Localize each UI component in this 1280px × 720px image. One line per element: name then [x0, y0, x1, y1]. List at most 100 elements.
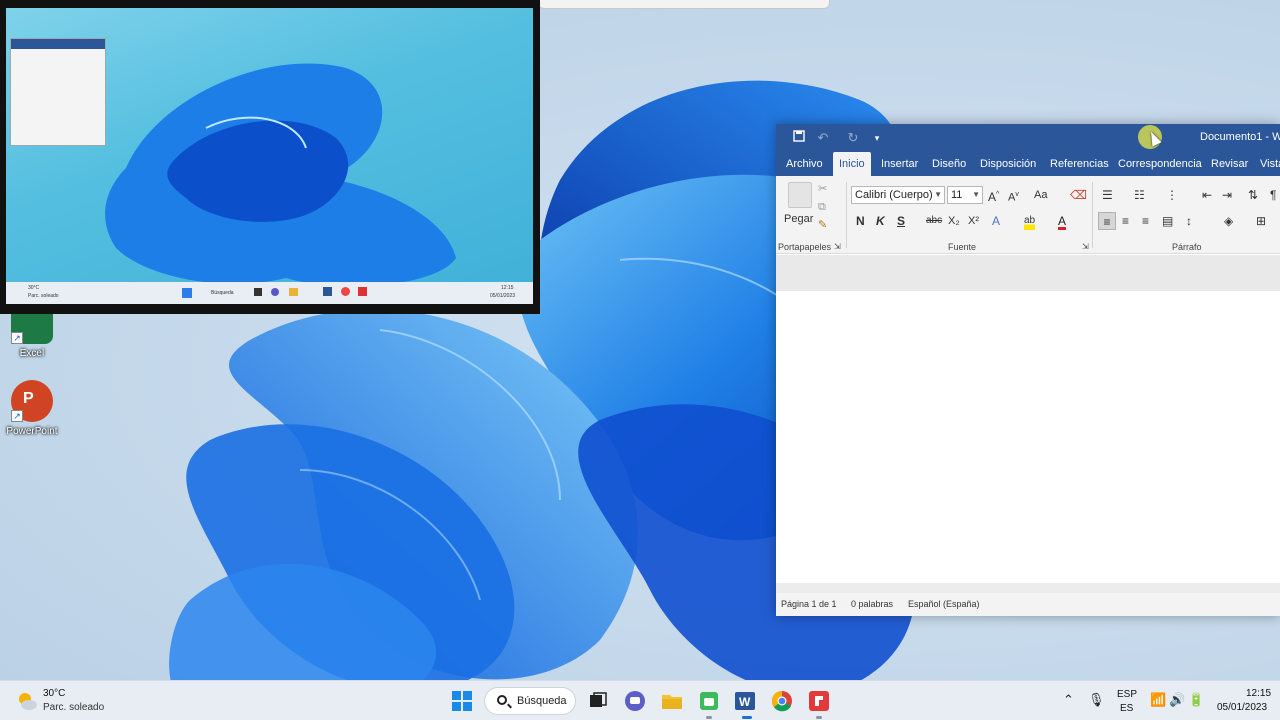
font-size-dropdown[interactable]: 11 ▼ [947, 186, 983, 204]
windows-logo-icon [452, 691, 472, 711]
battery-icon[interactable]: 🔋 [1188, 693, 1204, 707]
chat-button[interactable] [623, 689, 647, 713]
align-center-icon[interactable]: ≡ [1122, 212, 1129, 230]
undo-icon[interactable]: ↶ [814, 129, 832, 147]
document-canvas[interactable] [776, 291, 1280, 583]
mini-taskbar: 30°C Parc. soleado Búsqueda 12:15 05/01/… [6, 282, 533, 304]
mini-weather-temp: 30°C [28, 285, 40, 291]
word-taskbar-button[interactable]: W [733, 689, 757, 713]
teams-chat-icon [625, 691, 645, 711]
tab-vista[interactable]: Vista [1254, 152, 1280, 176]
weather-description[interactable]: Parc. soleado [43, 702, 104, 713]
clipboard-launcher-icon[interactable]: ⇲ [834, 242, 841, 251]
subscript-button[interactable]: X₂ [948, 212, 960, 230]
volume-icon[interactable]: 🔊 [1169, 693, 1185, 707]
running-indicator [706, 716, 712, 719]
file-explorer-button[interactable] [660, 689, 684, 713]
android-app-button[interactable] [697, 689, 721, 713]
tab-disposicion[interactable]: Disposición [974, 152, 1042, 176]
input-language[interactable]: ESP [1117, 689, 1137, 700]
text-effects-icon[interactable]: A [992, 212, 1000, 230]
font-color-icon[interactable]: A [1058, 212, 1067, 230]
customize-quick-access-icon[interactable]: ▾ [868, 129, 886, 147]
tab-insertar[interactable]: Insertar [875, 152, 924, 176]
clock-time[interactable]: 12:15 [1246, 688, 1271, 699]
sort-icon[interactable]: ⇅ [1248, 186, 1258, 204]
active-indicator [742, 716, 752, 719]
language-indicator[interactable]: Español (España) [908, 593, 980, 616]
divider [1092, 182, 1093, 248]
multilevel-list-icon[interactable]: ⋮ [1166, 186, 1178, 204]
highlight-icon[interactable]: ab [1024, 212, 1036, 230]
start-button[interactable] [450, 689, 474, 713]
copy-icon[interactable]: ⧉ [818, 198, 826, 216]
decrease-indent-icon[interactable]: ⇤ [1202, 186, 1212, 204]
save-icon[interactable] [790, 129, 808, 147]
chrome-button[interactable] [770, 689, 794, 713]
mini-time: 12:15 [501, 285, 514, 291]
task-view-icon [590, 692, 607, 707]
tab-referencias[interactable]: Referencias [1044, 152, 1115, 176]
change-case-button[interactable]: Aa [1034, 186, 1047, 204]
line-spacing-icon[interactable]: ↕ [1186, 212, 1192, 230]
horizontal-scrollbar[interactable] [776, 583, 1280, 593]
tab-diseno[interactable]: Diseño [926, 152, 972, 176]
font-launcher-icon[interactable]: ⇲ [1082, 242, 1089, 251]
taskbar-search[interactable]: Búsqueda [484, 687, 576, 715]
format-painter-icon[interactable]: ✎ [818, 216, 827, 234]
word-titlebar[interactable]: ↶ ↻ ▾ Documento1 - W [776, 124, 1280, 152]
word-count[interactable]: 0 palabras [851, 593, 893, 616]
tab-revisar[interactable]: Revisar [1205, 152, 1254, 176]
running-indicator [816, 716, 822, 719]
tab-inicio[interactable]: Inicio [833, 152, 871, 176]
document-title: Documento1 - W [1200, 131, 1280, 143]
justify-icon[interactable]: ▤ [1162, 212, 1173, 230]
cut-icon[interactable]: ✂ [818, 180, 827, 198]
tab-correspondencia[interactable]: Correspondencia [1112, 152, 1208, 176]
microphone-icon[interactable]: 🎙 [1088, 693, 1105, 707]
grow-font-icon[interactable]: A^ [988, 186, 999, 204]
numbering-icon[interactable]: ☷ [1134, 186, 1145, 204]
paste-button[interactable]: Pegar [784, 210, 813, 228]
font-name-value: Calibri (Cuerpo) [855, 189, 933, 201]
strikethrough-button[interactable]: abc [926, 212, 942, 230]
align-left-icon[interactable]: ≡ [1098, 212, 1116, 230]
increase-indent-icon[interactable]: ⇥ [1222, 186, 1232, 204]
ruler-area [776, 255, 1280, 291]
keyboard-layout[interactable]: ES [1120, 703, 1133, 714]
underline-button[interactable]: S [897, 212, 905, 230]
search-icon [497, 695, 507, 705]
bullets-icon[interactable]: ☰ [1102, 186, 1113, 204]
mini-word-window [10, 38, 106, 146]
tab-archivo[interactable]: Archivo [780, 152, 829, 176]
borders-icon[interactable]: ⊞ [1256, 212, 1266, 230]
group-label-clipboard: Portapapeles [778, 242, 832, 252]
bold-button[interactable]: N [856, 212, 865, 230]
desktop-icon-label: Excel [19, 348, 45, 359]
align-right-icon[interactable]: ≡ [1142, 212, 1149, 230]
page-count[interactable]: Página 1 de 1 [781, 593, 837, 616]
shrink-font-icon[interactable]: Av [1008, 186, 1019, 204]
mini-weather-desc: Parc. soleado [28, 293, 59, 299]
mini-date: 05/01/2023 [490, 293, 516, 299]
superscript-button[interactable]: X² [968, 212, 979, 230]
clock-date[interactable]: 05/01/2023 [1217, 702, 1267, 713]
italic-button[interactable]: K [876, 212, 885, 230]
clear-formatting-icon[interactable]: ⌫ [1070, 186, 1087, 204]
show-marks-icon[interactable]: ¶ [1270, 186, 1276, 204]
background-window-edge [538, 0, 830, 9]
redo-icon[interactable]: ↻ [844, 129, 862, 147]
task-view-button[interactable] [586, 689, 610, 713]
desktop-icon-label: PowerPoint [6, 426, 58, 437]
screen-recorder-button[interactable] [807, 689, 831, 713]
chevron-up-icon[interactable]: ⌃ [1063, 693, 1074, 707]
font-name-dropdown[interactable]: Calibri (Cuerpo) ▼ [851, 186, 945, 204]
folder-icon [662, 695, 682, 709]
wifi-icon[interactable]: 📶 [1150, 693, 1166, 707]
partly-sunny-icon[interactable] [16, 690, 38, 712]
desktop-icon-powerpoint[interactable]: P ↗ PowerPoint [0, 380, 64, 437]
weather-temperature[interactable]: 30°C [43, 688, 65, 699]
monitor-screen: 30°C Parc. soleado Búsqueda 12:15 05/01/… [6, 8, 533, 304]
chevron-down-icon: ▼ [934, 190, 942, 199]
shading-icon[interactable]: ◈ [1224, 212, 1233, 230]
